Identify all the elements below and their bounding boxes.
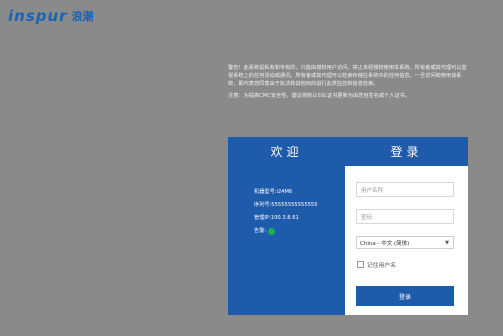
remember-label: 记住用户名 [367, 263, 396, 269]
language-select[interactable]: China - 中文 (简体) ▼ [356, 236, 454, 249]
welcome-panel: 欢迎 机器型号:i24M6 序列号:55555555555555 管理IP:10… [228, 137, 345, 315]
password-input[interactable]: 密码 [356, 209, 454, 224]
login-header: 登录 [345, 137, 468, 166]
login-form: 登录 用户名称 密码 China - 中文 (简体) ▼ 记住用户名 登录 [345, 137, 468, 315]
language-select-value: China - 中文 (简体) [360, 240, 410, 247]
alarm-label: 告警: [254, 228, 267, 234]
username-input[interactable]: 用户名称 [356, 182, 454, 197]
serial-row: 序列号:55555555555555 [254, 202, 318, 208]
login-panel: 欢迎 机器型号:i24M6 序列号:55555555555555 管理IP:10… [228, 137, 468, 315]
device-info: 机器型号:i24M6 序列号:55555555555555 管理IP:100.3… [254, 186, 318, 238]
warning-text: 警告！此系统是私有和专有的，只能由授权用户访问。禁止未经授权使用本系统。所有者或… [228, 65, 467, 87]
logo: inspur 浪潮 [8, 7, 94, 25]
alarm-row: 告警: [254, 225, 318, 238]
login-button[interactable]: 登录 [356, 286, 454, 306]
security-notice: 警告！此系统是私有和专有的，只能由授权用户访问。禁止未经授权使用本系统。所有者或… [228, 64, 468, 104]
welcome-title: 欢迎 [270, 145, 303, 159]
logo-brand-cn: 浪潮 [71, 10, 94, 23]
ip-row: 管理IP:100.3.8.61 [254, 215, 299, 221]
logo-brand: inspur [8, 7, 68, 25]
model-row: 机器型号:i24M6 [254, 189, 293, 195]
alarm-status-icon [268, 228, 276, 235]
note-text: 注意：为提高CMC安全性，建议将默认SSL证书更新为由您自签名或个人证书。 [228, 93, 411, 99]
chevron-down-icon: ▼ [445, 239, 449, 246]
remember-username[interactable]: 记住用户名 [357, 260, 396, 269]
remember-checkbox[interactable] [357, 261, 364, 268]
login-title: 登录 [390, 145, 423, 159]
